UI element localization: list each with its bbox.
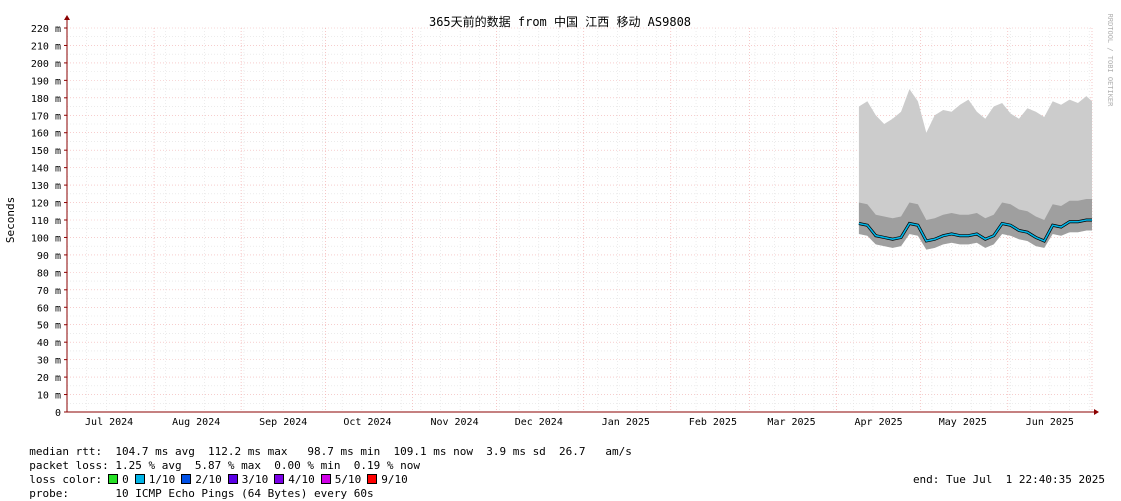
x-tick-label: Jan 2025 bbox=[602, 417, 650, 428]
y-tick-label: 30 m bbox=[37, 356, 61, 367]
y-tick-label: 220 m bbox=[31, 24, 61, 35]
y-tick-label: 60 m bbox=[37, 303, 61, 314]
x-axis-arrow bbox=[1094, 409, 1099, 415]
x-tick-label: Nov 2024 bbox=[430, 417, 478, 428]
x-tick-label: Feb 2025 bbox=[689, 417, 737, 428]
y-tick-label: 190 m bbox=[31, 76, 61, 87]
y-tick-label: 120 m bbox=[31, 199, 61, 210]
y-tick-label: 200 m bbox=[31, 59, 61, 70]
y-tick-label: 140 m bbox=[31, 164, 61, 175]
x-tick-label: May 2025 bbox=[939, 417, 987, 428]
y-tick-label: 110 m bbox=[31, 216, 61, 227]
y-tick-label: 20 m bbox=[37, 373, 61, 384]
y-axis-label: Seconds bbox=[4, 197, 17, 243]
y-tick-label: 130 m bbox=[31, 181, 61, 192]
y-tick-label: 170 m bbox=[31, 111, 61, 122]
y-tick-label: 50 m bbox=[37, 321, 61, 332]
end-time: end: Tue Jul 1 22:40:35 2025 bbox=[912, 473, 1105, 486]
x-tick-label: Jun 2025 bbox=[1026, 417, 1074, 428]
x-tick-label: Jul 2024 bbox=[85, 417, 133, 428]
y-tick-label: 70 m bbox=[37, 286, 61, 297]
probe-row: probe: 10 ICMP Echo Pings (64 Bytes) eve… bbox=[16, 473, 373, 501]
y-tick-label: 40 m bbox=[37, 338, 61, 349]
y-axis-arrow bbox=[64, 15, 70, 20]
y-tick-label: 150 m bbox=[31, 146, 61, 157]
x-tick-label: Sep 2024 bbox=[259, 417, 307, 428]
loss-color-swatch-label: 9/10 bbox=[381, 473, 408, 486]
x-axis-ticks: Jul 2024 Aug 2024 Sep 2024 Oct 2024 Nov 2024… bbox=[85, 417, 1074, 428]
y-tick-label: 160 m bbox=[31, 129, 61, 140]
smokeping-chart: 0 10 m 20 m 30 m 40 m 50 m 60 m 70 m 80 m 90 m 100… bbox=[4, 14, 1114, 428]
y-axis-ticks: 0 10 m 20 m 30 m 40 m 50 m 60 m 70 m 80 m 90 m 100… bbox=[31, 24, 67, 419]
x-tick-label: Dec 2024 bbox=[515, 417, 563, 428]
y-tick-label: 180 m bbox=[31, 94, 61, 105]
y-tick-label: 210 m bbox=[31, 41, 61, 52]
rrdtool-watermark: RRDTOOL / TOBI OETIKER bbox=[1106, 14, 1114, 108]
x-tick-label: Mar 2025 bbox=[767, 417, 815, 428]
x-tick-label: Apr 2025 bbox=[854, 417, 902, 428]
y-tick-label: 90 m bbox=[37, 251, 61, 262]
y-tick-label: 80 m bbox=[37, 268, 61, 279]
y-tick-label: 0 bbox=[55, 408, 61, 419]
y-tick-label: 100 m bbox=[31, 233, 61, 244]
chart-title: 365天前的数据 from 中国 江西 移动 AS9808 bbox=[429, 14, 691, 29]
x-tick-label: Oct 2024 bbox=[343, 417, 391, 428]
y-tick-label: 10 m bbox=[37, 391, 61, 402]
x-tick-label: Aug 2024 bbox=[172, 417, 220, 428]
